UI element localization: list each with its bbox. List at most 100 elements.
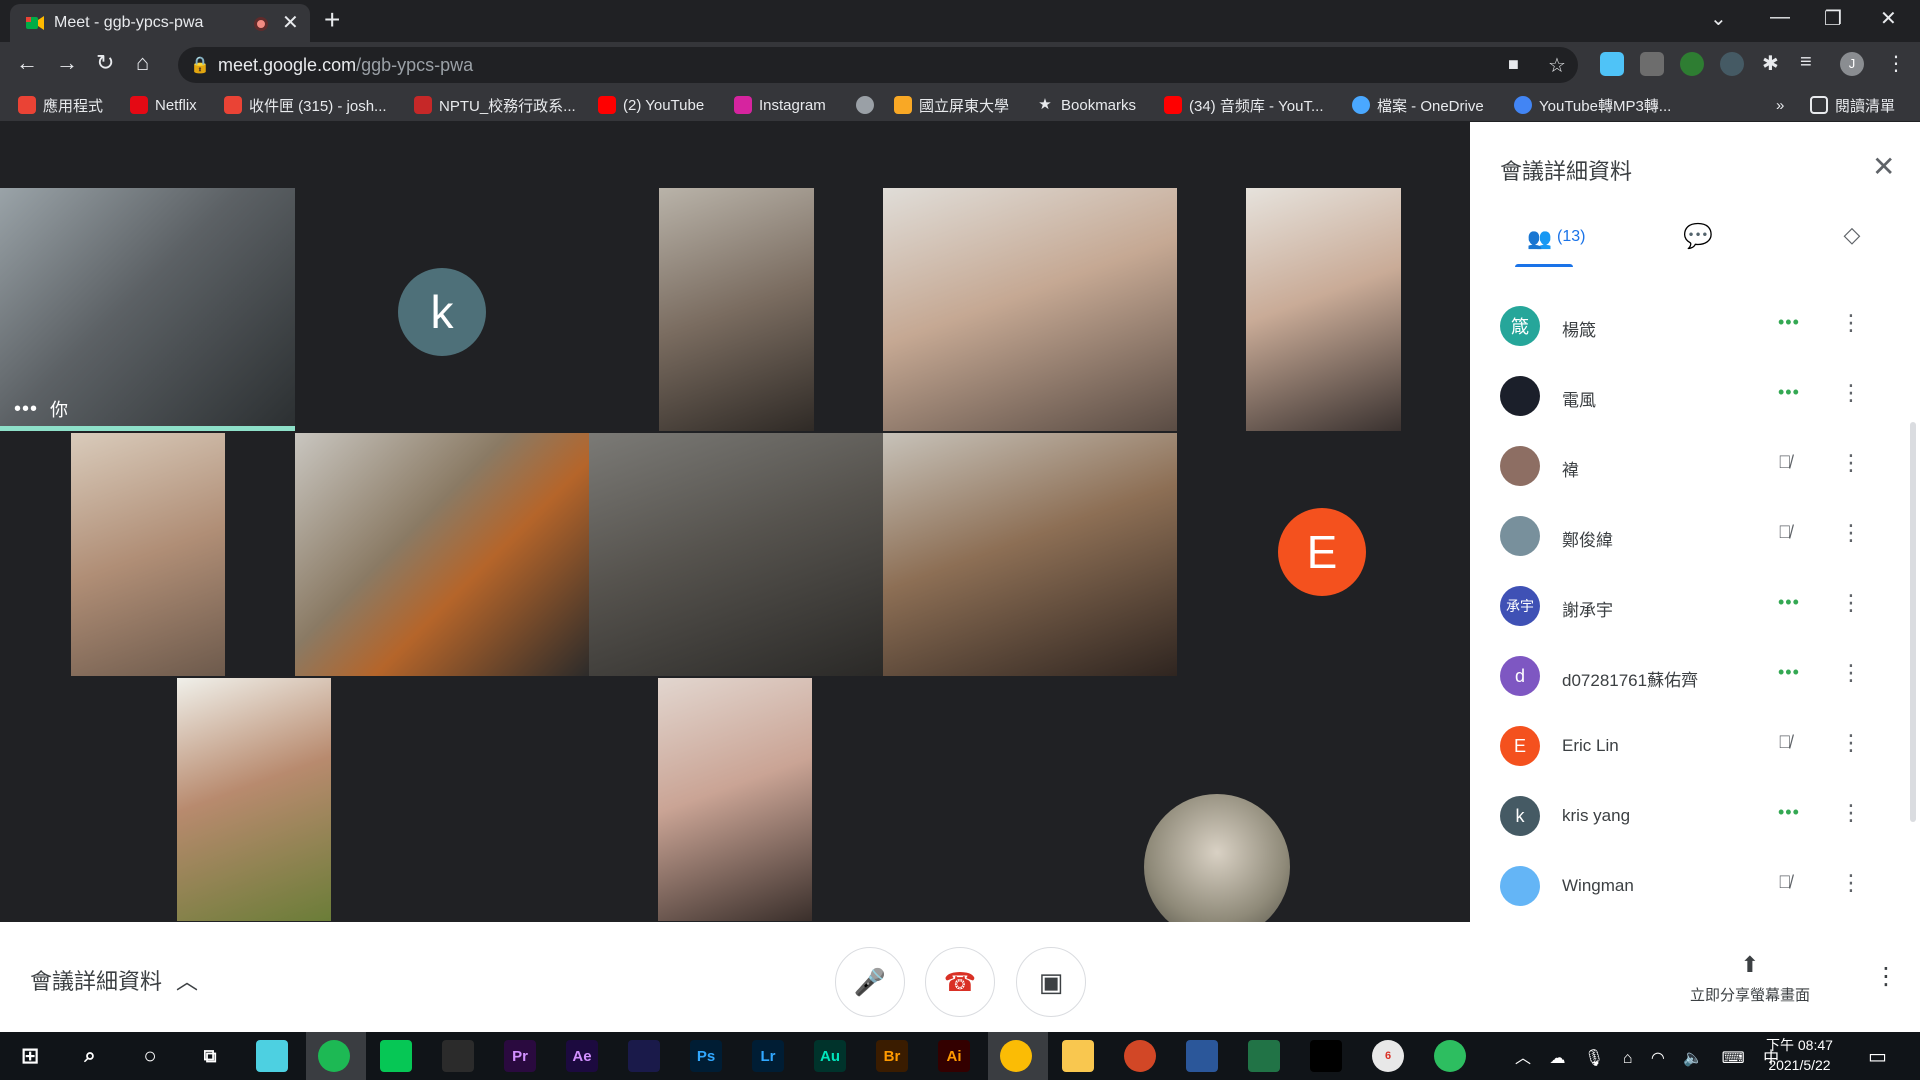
back-icon[interactable]: ← <box>16 50 38 76</box>
leave-call-button[interactable]: ☎ <box>925 947 995 1017</box>
more-options-icon[interactable]: ⋮ <box>1840 800 1862 826</box>
more-options-icon[interactable]: ⋮ <box>1840 660 1862 686</box>
netflix-icon[interactable] <box>1310 1040 1342 1072</box>
video-tile-curlers[interactable] <box>658 678 812 921</box>
bookmark-nptu-univ[interactable]: 國立屏東大學 <box>894 94 1009 116</box>
more-options-icon[interactable]: ⋮ <box>1874 962 1898 991</box>
new-tab-button[interactable]: + <box>324 4 340 36</box>
video-tile-dorm[interactable] <box>883 433 1177 676</box>
video-tile-desk[interactable] <box>295 433 589 676</box>
bookmarks-overflow-button[interactable]: » <box>1776 94 1784 116</box>
file-explorer-icon[interactable] <box>1062 1040 1094 1072</box>
line-app-icon[interactable] <box>380 1040 412 1072</box>
bookmark-globe[interactable] <box>856 94 874 116</box>
mic-button[interactable]: 🎤 <box>835 947 905 1017</box>
davinci-icon[interactable] <box>442 1040 474 1072</box>
present-now-button[interactable]: ⬆ 立即分享螢幕畫面 <box>1640 952 1860 1005</box>
camera-button[interactable]: ▣ <box>1016 947 1086 1017</box>
tab-activities[interactable]: ◇ <box>1832 222 1872 262</box>
participant-row[interactable]: 鄭俊緯 🎙̸ ⋮ <box>1470 500 1920 570</box>
panel-close-icon[interactable]: ✕ <box>1872 150 1895 183</box>
bookmark-apps[interactable]: 應用程式 <box>18 94 103 116</box>
bookmark-converter[interactable]: YouTube轉MP3轉... <box>1514 94 1671 116</box>
clock[interactable]: 下午 08:47 2021/5/22 <box>1766 1035 1833 1075</box>
participant-row[interactable]: 褘 🎙̸ ⋮ <box>1470 430 1920 500</box>
search-icon[interactable]: ⌕ <box>74 1040 106 1072</box>
browser-tab-meet[interactable]: Meet - ggb-ypcs-pwa ✕ <box>10 4 310 42</box>
bookmark-netflix[interactable]: Netflix <box>130 94 197 116</box>
restore-button[interactable]: ❐ <box>1824 6 1842 31</box>
avatar-tile-e[interactable]: E <box>1278 508 1366 596</box>
participant-row[interactable]: 承宇 謝承宇 ••• ⋮ <box>1470 570 1920 640</box>
chrome-badge-icon[interactable]: 6 <box>1372 1040 1404 1072</box>
volume-tray-icon[interactable]: 🔈 <box>1683 1050 1703 1067</box>
network-tray-icon[interactable]: ⌂ <box>1623 1050 1633 1067</box>
tray-chevron-icon[interactable]: ︿ <box>1515 1050 1531 1067</box>
photoshop-icon[interactable]: Ps <box>690 1040 722 1072</box>
task-view-icon[interactable]: ⧉ <box>194 1040 226 1072</box>
more-options-icon[interactable]: ⋮ <box>1840 310 1862 336</box>
bookmark-nptu[interactable]: NPTU_校務行政系... <box>414 94 576 116</box>
bookmark-audio-library[interactable]: (34) 音频库 - YouT... <box>1164 94 1324 116</box>
video-tile-bookshelf[interactable] <box>589 433 883 676</box>
bookmark-youtube[interactable]: (2) YouTube <box>598 94 704 116</box>
participant-row[interactable]: E Eric Lin 🎙̸ ⋮ <box>1470 710 1920 780</box>
participant-row[interactable]: k kris yang ••• ⋮ <box>1470 780 1920 850</box>
bookmark-onedrive[interactable]: 檔案 - OneDrive <box>1352 94 1484 116</box>
audition-icon[interactable]: Au <box>814 1040 846 1072</box>
avatar-tile-photo[interactable] <box>1144 794 1290 940</box>
tab-people[interactable]: 👥 (13) <box>1515 222 1595 267</box>
more-options-icon[interactable]: ⋮ <box>1840 380 1862 406</box>
video-tile-tank-top[interactable] <box>177 678 331 921</box>
meeting-details-toggle[interactable]: 會議詳細資料 ︿ <box>30 964 198 996</box>
extension-cloud-icon[interactable] <box>1600 52 1624 76</box>
onedrive-tray-icon[interactable]: ☁ <box>1549 1050 1565 1067</box>
more-options-icon[interactable]: ⋮ <box>1840 450 1862 476</box>
evernote-icon[interactable] <box>1434 1040 1466 1072</box>
bookmark-gmail[interactable]: 收件匣 (315) - josh... <box>224 94 387 116</box>
tab-chat[interactable]: 💬 <box>1678 222 1718 262</box>
home-icon[interactable]: ⌂ <box>136 50 149 76</box>
more-options-icon[interactable]: ⋮ <box>1840 590 1862 616</box>
bookmark-folder[interactable]: ★ Bookmarks <box>1036 94 1136 116</box>
lightroom-icon[interactable]: Lr <box>752 1040 784 1072</box>
more-options-icon[interactable]: ⋮ <box>1840 730 1862 756</box>
address-bar[interactable]: 🔒 meet.google.com/ggb-ypcs-pwa ■ ☆ <box>178 47 1578 83</box>
word-icon[interactable] <box>1186 1040 1218 1072</box>
illustrator-icon[interactable]: Ai <box>938 1040 970 1072</box>
wifi-tray-icon[interactable]: ◠ <box>1651 1050 1665 1067</box>
video-tile-couple[interactable] <box>659 188 814 431</box>
lock-icon[interactable]: 🔒 <box>190 55 210 75</box>
panel-scrollbar[interactable] <box>1910 422 1916 822</box>
chrome-icon[interactable] <box>1000 1040 1032 1072</box>
tab-search-icon[interactable]: ⌄ <box>1710 6 1727 31</box>
notes-app-icon[interactable] <box>256 1040 288 1072</box>
participant-row[interactable]: 箴 楊箴 ••• ⋮ <box>1470 290 1920 360</box>
self-more-icon[interactable]: ••• <box>14 398 38 421</box>
premiere-icon[interactable]: Pr <box>504 1040 536 1072</box>
reading-list-button[interactable]: 閱讀清單 <box>1810 94 1895 116</box>
extension-evernote-icon[interactable] <box>1680 52 1704 76</box>
tab-close-icon[interactable]: ✕ <box>282 10 299 35</box>
powerpoint-icon[interactable] <box>1124 1040 1156 1072</box>
camera-in-use-icon[interactable]: ■ <box>1508 54 1519 75</box>
excel-icon[interactable] <box>1248 1040 1280 1072</box>
bridge-icon[interactable]: Br <box>876 1040 908 1072</box>
more-options-icon[interactable]: ⋮ <box>1840 870 1862 896</box>
mic-tray-icon[interactable]: 🎙 <box>1584 1050 1604 1067</box>
media-control-icon[interactable]: ≡ <box>1800 51 1812 74</box>
avatar-tile-k[interactable]: k <box>398 268 486 356</box>
media-encoder-icon[interactable] <box>628 1040 660 1072</box>
video-tile-self[interactable]: ••• 你 <box>0 188 295 431</box>
video-tile-glasses-girl[interactable] <box>883 188 1177 431</box>
extension-notion-icon[interactable] <box>1640 52 1664 76</box>
extension-sync-icon[interactable] <box>1720 52 1744 76</box>
extensions-puzzle-icon[interactable]: ✱ <box>1762 51 1779 76</box>
window-close-button[interactable]: ✕ <box>1880 6 1897 31</box>
keyboard-tray-icon[interactable]: ⌨ <box>1722 1050 1745 1067</box>
spotify-icon[interactable] <box>318 1040 350 1072</box>
video-tile-smiling-girl[interactable] <box>1246 188 1401 431</box>
participant-row[interactable]: d d07281761蘇佑齊 ••• ⋮ <box>1470 640 1920 710</box>
notification-center-icon[interactable]: ▭ <box>1868 1044 1887 1069</box>
windows-start-icon[interactable]: ⊞ <box>14 1040 46 1072</box>
